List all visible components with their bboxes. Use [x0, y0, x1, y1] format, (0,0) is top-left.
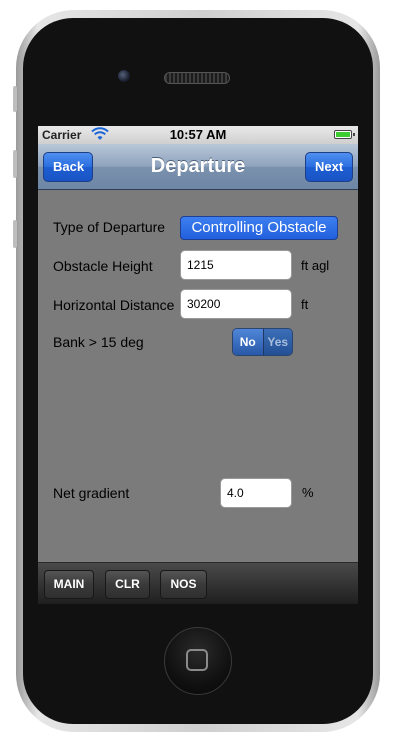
mute-switch: [13, 86, 17, 112]
horizontal-distance-label: Horizontal Distance: [53, 297, 175, 313]
camera-icon: [118, 70, 130, 82]
departure-type-select[interactable]: Controlling Obstacle: [180, 216, 338, 240]
app-screen: Carrier 10:57 AM Back Departure Next Typ…: [38, 126, 358, 604]
speaker-grille: [164, 72, 230, 84]
horizontal-distance-input[interactable]: 30200: [180, 289, 292, 319]
home-button-icon[interactable]: [164, 627, 232, 695]
volume-down-button: [13, 220, 17, 248]
status-bar: Carrier 10:57 AM: [38, 126, 358, 144]
horizontal-distance-unit: ft: [301, 297, 309, 312]
net-gradient-label: Net gradient: [53, 485, 130, 501]
bank-yes-option[interactable]: Yes: [262, 329, 292, 355]
bank-no-option[interactable]: No: [233, 329, 263, 355]
net-gradient-unit: %: [302, 485, 314, 500]
obstacle-height-label: Obstacle Height: [53, 258, 153, 274]
navigation-bar: Back Departure Next: [38, 144, 358, 190]
nos-button[interactable]: NOS: [160, 570, 207, 599]
main-button[interactable]: MAIN: [44, 570, 94, 599]
home-square-icon: [186, 649, 208, 671]
battery-icon: [334, 130, 355, 139]
volume-up-button: [13, 150, 17, 178]
departure-type-label: Type of Departure: [53, 219, 166, 235]
bank-toggle[interactable]: No Yes: [232, 328, 293, 356]
status-time: 10:57 AM: [169, 127, 227, 142]
clear-button[interactable]: CLR: [105, 570, 150, 599]
bank-label: Bank > 15 deg: [53, 334, 144, 350]
bottom-toolbar: MAIN CLR NOS: [38, 562, 358, 604]
obstacle-height-unit: ft agl: [301, 258, 330, 273]
next-button[interactable]: Next: [305, 152, 353, 182]
obstacle-height-input[interactable]: 1215: [180, 250, 292, 280]
net-gradient-input[interactable]: 4.0: [220, 478, 292, 508]
